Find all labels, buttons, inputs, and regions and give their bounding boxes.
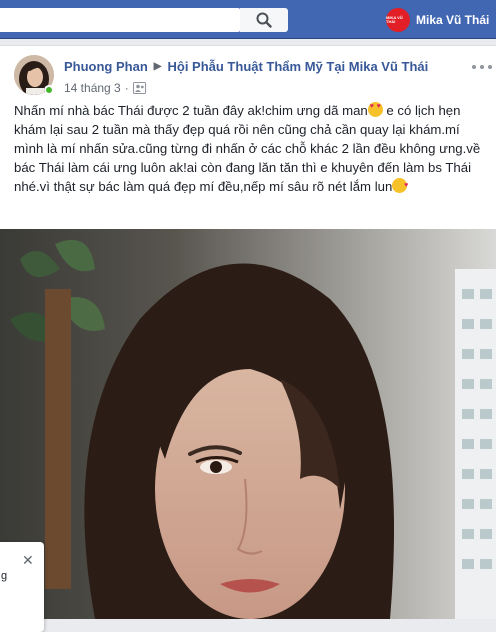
post-meta: 14 tháng 3 · — [64, 81, 146, 95]
search-input[interactable] — [0, 8, 240, 32]
more-dot-icon — [488, 65, 492, 69]
group-icon — [132, 82, 146, 94]
post-date-link[interactable]: 14 tháng 3 — [64, 81, 121, 95]
close-icon[interactable]: ✕ — [22, 552, 34, 569]
post-options-button[interactable] — [472, 60, 492, 74]
post-card: Phuong Phan ▶ Hội Phẫu Thuật Thẩm Mỹ Tại… — [0, 45, 496, 632]
profile-avatar[interactable]: MIKA VŨ THÁI — [386, 8, 410, 32]
chat-popup[interactable]: g ✕ — [0, 542, 44, 632]
chat-popup-text: g — [1, 570, 8, 582]
meta-separator: · — [124, 81, 129, 95]
more-dot-icon — [480, 65, 484, 69]
heart-eyes-emoji-icon — [367, 102, 383, 117]
post-photo-image — [0, 229, 496, 619]
author-name-link[interactable]: Phuong Phan — [64, 59, 148, 74]
kiss-emoji-icon — [392, 176, 408, 195]
online-status-indicator — [44, 85, 54, 95]
group-name-link[interactable]: Hội Phẫu Thuật Thẩm Mỹ Tại Mika Vũ Thái — [167, 59, 428, 74]
search-button[interactable] — [240, 8, 288, 32]
post-header: Phuong Phan ▶ Hội Phẫu Thuật Thẩm Mỹ Tại… — [64, 59, 428, 74]
top-navigation-bar: MIKA VŨ THÁI Mika Vũ Thái — [0, 0, 496, 39]
more-dot-icon — [472, 65, 476, 69]
search-icon — [256, 12, 272, 28]
profile-link[interactable]: MIKA VŨ THÁI Mika Vũ Thái — [386, 7, 489, 33]
post-body: Nhấn mí nhà bác Thái được 2 tuần đây ak!… — [14, 101, 488, 196]
caret-right-icon: ▶ — [153, 61, 162, 72]
post-text-part-1: Nhấn mí nhà bác Thái được 2 tuần đây ak!… — [14, 103, 368, 118]
profile-name[interactable]: Mika Vũ Thái — [416, 13, 489, 27]
post-photo[interactable] — [0, 229, 496, 619]
profile-avatar-logo-text: MIKA VŨ THÁI — [386, 15, 403, 24]
